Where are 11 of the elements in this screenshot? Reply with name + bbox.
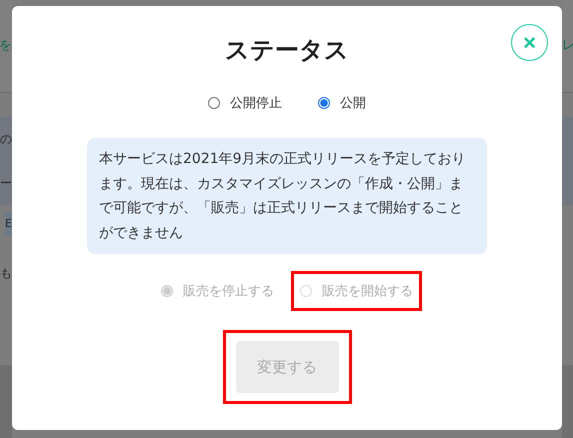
- background-text: ー: [0, 175, 12, 191]
- dialog-title: ステータス: [225, 35, 349, 66]
- background-text: を: [0, 38, 12, 54]
- notice-text: 本サービスは2021年9月末の正式リリースを予定しております。現在は、カスタマイズレッスンの「作成・公開」まで可能ですが、「販売」は正式リリースまで開始することができません: [87, 138, 487, 254]
- visibility-radio[interactable]: 公開停止: [202, 90, 288, 116]
- background-text: も: [0, 265, 12, 281]
- background-text: E: [5, 213, 12, 235]
- background-text: レ: [562, 38, 573, 54]
- visibility-radio[interactable]: 公開: [312, 90, 372, 116]
- background-text: の: [0, 131, 12, 147]
- close-button[interactable]: ×: [511, 24, 548, 61]
